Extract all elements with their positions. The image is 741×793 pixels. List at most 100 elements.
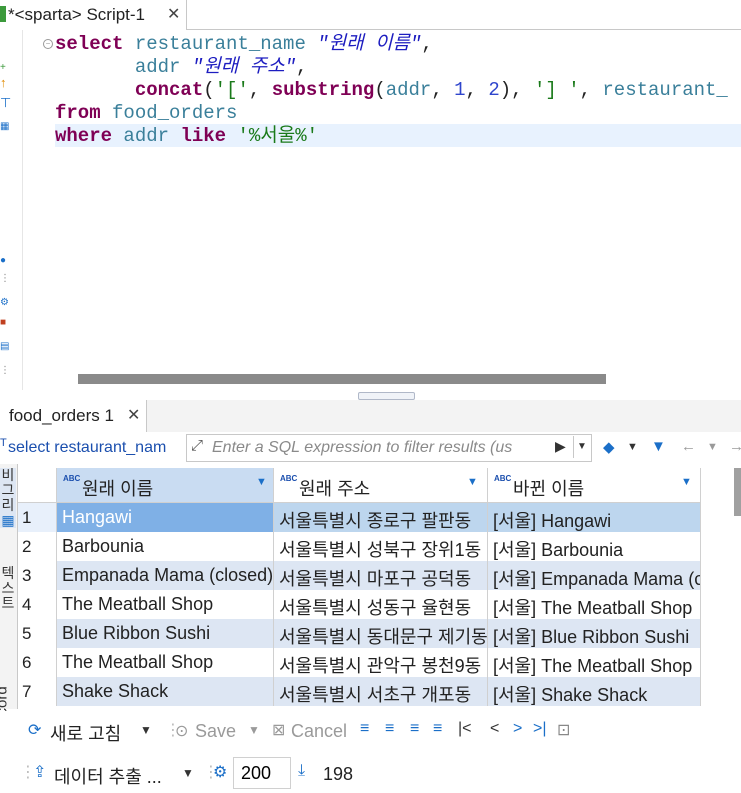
table-row[interactable]: 3 Empanada Mama (closed) 서울특별시 마포구 공덕동 [… [18,561,741,590]
cell-name[interactable]: The Meatball Shop [57,590,274,619]
export-icon[interactable]: ⇪ [33,762,46,782]
dots-icon[interactable]: ⋮ [0,274,10,284]
chevron-down-icon[interactable]: ▼ [248,723,260,737]
plus-icon[interactable]: + [0,63,6,73]
fit-icon[interactable]: ⊡ [557,720,570,740]
cell-addr[interactable]: 서울특별시 관악구 봉천9동 [274,648,488,677]
link-icon[interactable]: ● [0,256,6,266]
cell-new-name[interactable]: [서울] Shake Shack [488,677,701,706]
cell-addr[interactable]: 서울특별시 성동구 율현동 [274,590,488,619]
run-icon[interactable]: ⊤ [0,96,11,109]
fetch-size-input[interactable]: 200 [233,757,291,789]
close-icon[interactable]: ✕ [167,4,180,24]
forward-icon[interactable]: → [729,438,741,455]
fold-icon[interactable]: − [43,39,53,49]
save-icon[interactable]: ⊙ [175,721,188,741]
delete-row-icon[interactable]: ≡ [433,720,442,738]
query-label[interactable]: select restaurant_nam [8,439,185,457]
cell-new-name[interactable]: [서울] Blue Ribbon Sushi [488,619,701,648]
filter-input[interactable]: ⤢ Enter a SQL expression to filter resul… [186,434,592,462]
cell-addr[interactable]: 서울특별시 동대문구 제기동 [274,619,488,648]
cell-name[interactable]: The Meatball Shop [57,648,274,677]
editor-tab[interactable]: *<sparta> Script-1 ✕ [0,0,187,31]
eraser-icon[interactable]: ◆ [603,438,615,456]
row-count: 198 [323,764,354,784]
cell-addr[interactable]: 서울특별시 성북구 장위1동 [274,532,488,561]
cell-name[interactable]: Barbounia [57,532,274,561]
cell-new-name[interactable]: [서울] Barbounia [488,532,701,561]
cell-new-name[interactable]: [서울] The Meatball Shop [488,590,701,619]
sql-editor[interactable]: − select restaurant_name "원래 이름", addr "… [23,30,741,366]
cell-new-name[interactable]: [서울] Hangawi [488,503,701,532]
cell-addr[interactable]: 서울특별시 마포구 공덕동 [274,561,488,590]
results-grid[interactable]: ABC 원래 이름 ▼ ABC 원래 주소 ▼ ABC 바뀐 이름 ▼ 1 Ha… [18,464,741,709]
filter-history-dropdown[interactable]: ▼ [573,436,590,458]
cell-name[interactable]: Blue Ribbon Sushi [57,619,274,648]
editor-tab-title: *<sparta> Script-1 [8,5,146,24]
code-line-1: select restaurant_name "원래 이름", [55,33,433,55]
splitter-handle[interactable] [358,392,415,400]
refresh-icon[interactable]: ⟳ [28,720,41,740]
code-line-5: where addr like '%서울%' [55,125,319,147]
error-icon[interactable]: ■ [0,318,6,328]
chevron-down-icon[interactable]: ▼ [627,441,638,453]
cell-name[interactable]: Shake Shack [57,677,274,706]
grid-view-label: 비 [1,467,15,483]
previous-page-icon[interactable]: < [490,720,499,738]
results-tab-title: food_orders 1 [9,406,114,425]
panel-splitter[interactable] [0,390,741,400]
column-header-new-name[interactable]: ABC 바뀐 이름 ▼ [488,468,701,503]
filter-icon[interactable]: ▼ [651,438,666,455]
copy-row-icon[interactable]: ≡ [410,720,419,738]
column-header-original-addr[interactable]: ABC 원래 주소 ▼ [274,468,488,503]
cancel-icon[interactable]: ⊠ [272,720,285,740]
results-tab[interactable]: food_orders 1 ✕ [0,400,147,432]
sort-icon[interactable]: ▼ [256,476,267,488]
table-row[interactable]: 7 Shake Shack 서울특별시 서초구 개포동 [서울] Shake S… [18,677,741,706]
cell-new-name[interactable]: [서울] Empanada Mama (closed) [488,561,701,590]
chevron-down-icon[interactable]: ▼ [182,766,194,780]
table-icon[interactable]: ▦ [0,122,9,132]
column-header-original-name[interactable]: ABC 원래 이름 ▼ [57,468,274,503]
expand-icon[interactable]: ⤢ [191,437,203,454]
chevron-down-icon[interactable]: ▼ [140,723,152,737]
gear-icon[interactable]: ⚙ [213,762,227,782]
cell-addr[interactable]: 서울특별시 서초구 개포동 [274,677,488,706]
chevron-down-icon[interactable]: ▼ [707,441,718,453]
editor-hscroll-thumb[interactable] [78,374,606,384]
filter-bar: T select restaurant_nam ⤢ Enter a SQL ex… [0,432,741,465]
next-page-icon[interactable]: > [513,720,522,738]
sql-script-icon [0,6,6,22]
back-icon[interactable]: ← [681,438,696,455]
close-icon[interactable]: ✕ [127,405,140,425]
sort-icon[interactable]: ▼ [467,476,478,488]
fetch-all-icon[interactable]: ⤓ [298,762,305,780]
text-view-toggle[interactable]: 텍 스 트 [0,566,16,611]
cell-name[interactable]: Hangawi [57,503,274,532]
sort-icon[interactable]: ▼ [681,476,692,488]
table-row[interactable]: 4 The Meatball Shop 서울특별시 성동구 율현동 [서울] T… [18,590,741,619]
more-icon[interactable]: ⋮ [0,366,10,376]
grid-vscroll-thumb[interactable] [734,468,741,516]
gear-icon[interactable]: ⚙ [0,298,9,308]
cancel-button[interactable]: Cancel [291,721,347,742]
cell-addr[interactable]: 서울특별시 종로구 팔판동 [274,503,488,532]
arrow-up-icon[interactable]: ↑ [0,76,7,89]
add-row-icon[interactable]: ≡ [385,720,394,738]
first-page-icon[interactable]: |< [458,720,472,738]
edit-row-icon[interactable]: ≡ [360,720,369,738]
table-row[interactable]: 6 The Meatball Shop 서울특별시 관악구 봉천9동 [서울] … [18,648,741,677]
table-row[interactable]: 5 Blue Ribbon Sushi 서울특별시 동대문구 제기동 [서울] … [18,619,741,648]
cell-name[interactable]: Empanada Mama (closed) [57,561,274,590]
table-row[interactable]: 1 Hangawi 서울특별시 종로구 팔판동 [서울] Hangawi [18,503,741,532]
doc-icon[interactable]: ▤ [0,342,9,352]
save-button[interactable]: Save [195,721,236,742]
export-button[interactable]: 데이터 추출 ... [54,763,162,789]
last-page-icon[interactable]: >| [533,720,547,738]
table-row[interactable]: 2 Barbounia 서울특별시 성북구 장위1동 [서울] Barbouni… [18,532,741,561]
cell-new-name[interactable]: [서울] The Meatball Shop [488,648,701,677]
apply-filter-icon[interactable]: ▶ [555,438,566,455]
refresh-button[interactable]: 새로 고침 [50,720,121,746]
grid-view-toggle[interactable]: 비 그 리 ▦ [0,468,16,528]
code-line-4: from food_orders [55,102,238,124]
